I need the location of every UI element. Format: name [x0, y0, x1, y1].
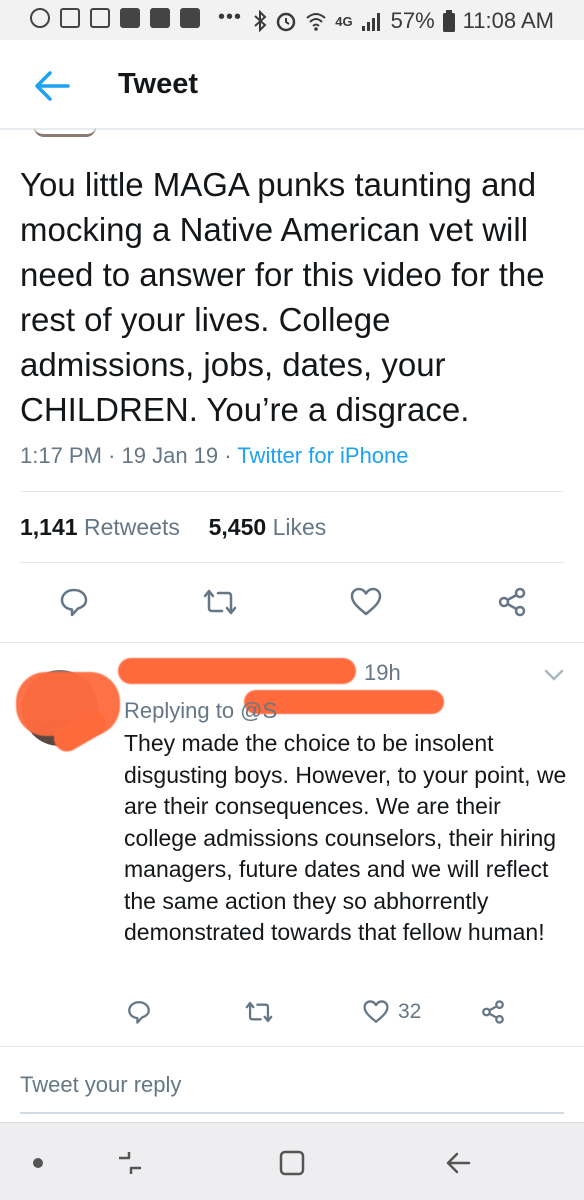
facebook-icon [150, 8, 170, 28]
heart-icon [363, 1000, 389, 1023]
snapchat-icon [30, 8, 50, 28]
alarm-icon [277, 12, 296, 32]
nav-dot-button[interactable] [20, 1145, 56, 1181]
bluetooth-icon [254, 10, 267, 32]
reply-icon [60, 588, 88, 617]
dot-icon [33, 1158, 43, 1168]
reply-menu-button[interactable] [544, 668, 564, 687]
redaction-mark [118, 658, 356, 684]
tweet-actions [0, 582, 584, 622]
battery-icon [442, 10, 455, 32]
reply-input-underline [20, 1112, 564, 1114]
retweet-icon [245, 1001, 273, 1023]
reply-like-count: 32 [398, 1000, 422, 1023]
battery-percent: 57% [390, 8, 435, 33]
tweet-source-link[interactable]: Twitter for iPhone [237, 443, 408, 468]
home-button[interactable] [274, 1145, 310, 1181]
divider [20, 491, 564, 492]
back-arrow-icon [35, 71, 70, 101]
reply-icon [128, 1001, 150, 1024]
reply-tweet[interactable]: 19h Replying to @S They made the choice … [0, 642, 584, 1042]
reply-actions: 32 [0, 994, 584, 1030]
reply-text: They made the choice to be insolent disg… [124, 730, 567, 945]
page-title: Tweet [118, 68, 199, 100]
retweet-button[interactable] [200, 582, 240, 622]
reply-time: 19h [364, 660, 401, 685]
recent-apps-icon [119, 1152, 141, 1174]
chevron-down-icon [544, 669, 564, 681]
reply-reply-button[interactable] [126, 994, 152, 1030]
reply-button[interactable] [54, 582, 94, 622]
share-icon [482, 1000, 504, 1024]
tweet-reply-input[interactable]: Tweet your reply [20, 1072, 181, 1098]
engagement-counts: 1,141 Retweets 5,450 Likes [20, 514, 326, 541]
recent-apps-button[interactable] [112, 1145, 148, 1181]
author-avatar-edge [34, 127, 96, 137]
likes-count: 5,450 [208, 514, 267, 540]
reply-share-button[interactable] [480, 994, 506, 1030]
retweets-count: 1,141 [20, 514, 78, 540]
youtube-icon [180, 8, 200, 28]
retweets-label: Retweets [83, 514, 180, 540]
share-button[interactable] [492, 582, 532, 622]
system-nav-bar [0, 1122, 584, 1200]
clock: 11:08 AM [462, 8, 554, 33]
home-icon [279, 1150, 305, 1176]
message-icon [60, 8, 80, 28]
likes-label: Likes [272, 514, 327, 540]
signal-icon [361, 13, 380, 31]
tweet-time: 1:17 PM [20, 443, 102, 468]
tweet-text: You little MAGA punks taunting and mocki… [20, 166, 545, 428]
notification-icons [30, 8, 200, 28]
share-icon [498, 587, 526, 617]
notification-icon [120, 8, 140, 28]
wifi-icon [306, 13, 326, 31]
divider [0, 1046, 584, 1047]
status-bar: ••• 4G 57% 11:08 AM [0, 0, 584, 40]
retweets-stat[interactable]: 1,141 Retweets [20, 514, 180, 540]
tweet-date: 19 Jan 19 [121, 443, 219, 468]
top-app-bar: Tweet [0, 40, 584, 130]
id-icon [90, 8, 110, 28]
likes-stat[interactable]: 5,450 Likes [209, 514, 327, 540]
network-type: 4G [335, 13, 353, 29]
heart-icon [350, 587, 382, 616]
tweet-meta: 1:17 PM · 19 Jan 19 · Twitter for iPhone [20, 443, 409, 468]
retweet-icon [203, 589, 237, 615]
replying-to[interactable]: Replying to @S [124, 698, 277, 724]
reply-like-button[interactable]: 32 [362, 994, 421, 1030]
like-button[interactable] [346, 582, 386, 622]
back-icon [446, 1152, 471, 1174]
reply-retweet-button[interactable] [244, 994, 274, 1030]
more-notifications-icon: ••• [218, 6, 243, 28]
divider [20, 562, 564, 563]
back-button[interactable] [32, 66, 72, 106]
back-nav-button[interactable] [440, 1145, 476, 1181]
